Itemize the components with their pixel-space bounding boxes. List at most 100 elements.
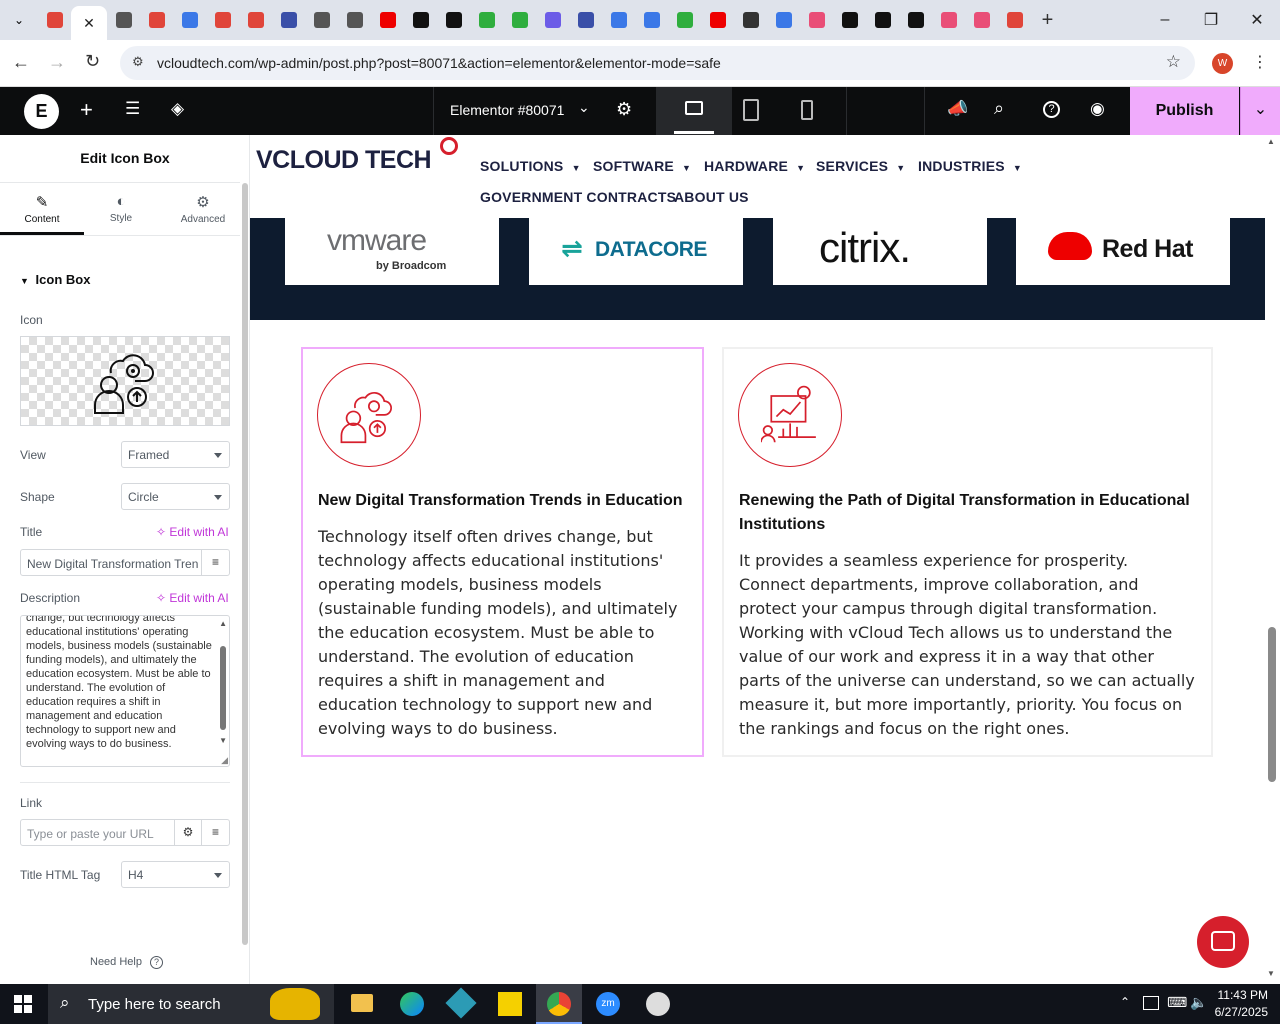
browser-tab[interactable] bbox=[602, 0, 635, 40]
menu-kebab-icon[interactable]: ⋮ bbox=[1252, 52, 1268, 72]
tablet-view-icon[interactable] bbox=[743, 99, 759, 121]
scroll-down-icon[interactable]: ▼ bbox=[1267, 969, 1275, 978]
icon-box-1[interactable]: New Digital Transformation Trends in Edu… bbox=[301, 347, 704, 757]
icon-box-description[interactable]: It provides a seamless experience for pr… bbox=[739, 549, 1199, 741]
file-explorer-icon[interactable] bbox=[351, 994, 373, 1012]
browser-tab[interactable] bbox=[404, 0, 437, 40]
search-icon[interactable]: ⌕ bbox=[994, 98, 1004, 119]
scroll-down-icon[interactable]: ▼ bbox=[219, 736, 227, 745]
browser-tab[interactable] bbox=[272, 0, 305, 40]
browser-tab[interactable] bbox=[206, 0, 239, 40]
site-logo[interactable]: VCLOUD TECH bbox=[256, 137, 466, 181]
page-settings-gear-icon[interactable]: ⚙ bbox=[616, 99, 632, 120]
site-info-icon[interactable]: ⚙ bbox=[132, 54, 144, 70]
tab-style[interactable]: ◐ Style bbox=[84, 183, 158, 235]
icon-box-title[interactable]: New Digital Transformation Trends in Edu… bbox=[318, 489, 693, 513]
preview-eye-icon[interactable]: ◉ bbox=[1090, 99, 1105, 119]
chat-widget-button[interactable] bbox=[1197, 916, 1249, 968]
browser-tab[interactable] bbox=[536, 0, 569, 40]
desktop-view-icon[interactable] bbox=[656, 87, 732, 135]
browser-tab[interactable] bbox=[899, 0, 932, 40]
url-bar[interactable]: ⚙ vcloudtech.com/wp-admin/post.php?post=… bbox=[120, 46, 1195, 80]
browser-tab[interactable] bbox=[437, 0, 470, 40]
reload-icon[interactable]: ↻ bbox=[85, 51, 100, 72]
resize-handle-icon[interactable]: ◢ bbox=[221, 755, 228, 766]
browser-tab[interactable] bbox=[470, 0, 503, 40]
browser-tab[interactable] bbox=[833, 0, 866, 40]
tray-chevron-up-icon[interactable]: ⌃ bbox=[1120, 995, 1130, 1009]
profile-avatar[interactable]: W bbox=[1212, 53, 1233, 74]
nav-solutions[interactable]: SOLUTIONS ▼ bbox=[480, 158, 581, 174]
description-textarea[interactable]: change, but technology affects education… bbox=[20, 615, 230, 767]
app-icon[interactable] bbox=[445, 987, 477, 1019]
nav-hardware[interactable]: HARDWARE ▼ bbox=[704, 158, 805, 174]
icon-box-description[interactable]: Technology itself often drives change, b… bbox=[318, 525, 688, 741]
icon-box-2[interactable]: Renewing the Path of Digital Transformat… bbox=[722, 347, 1213, 757]
shape-select[interactable]: Circle bbox=[121, 483, 230, 510]
browser-tab[interactable] bbox=[140, 0, 173, 40]
forward-icon[interactable]: → bbox=[48, 52, 66, 73]
browser-tab[interactable] bbox=[866, 0, 899, 40]
scroll-up-icon[interactable]: ▲ bbox=[1267, 137, 1275, 146]
browser-tab[interactable] bbox=[239, 0, 272, 40]
browser-tab[interactable] bbox=[305, 0, 338, 40]
section-header-icon-box[interactable]: ▼ Icon Box bbox=[20, 272, 90, 287]
browser-tab[interactable] bbox=[569, 0, 602, 40]
browser-tab[interactable] bbox=[635, 0, 668, 40]
close-tab-icon[interactable]: ✕ bbox=[83, 15, 95, 32]
nav-industries[interactable]: INDUSTRIES ▼ bbox=[918, 158, 1022, 174]
browser-tab[interactable] bbox=[767, 0, 800, 40]
browser-tab[interactable] bbox=[107, 0, 140, 40]
panel-scrollbar[interactable] bbox=[242, 183, 248, 945]
html-tag-select[interactable]: H4 bbox=[121, 861, 230, 888]
description-edit-with-ai-link[interactable]: ✧ Edit with AI bbox=[156, 591, 229, 605]
nav-about-us[interactable]: ABOUT US bbox=[674, 189, 749, 205]
need-help-link[interactable]: Need Help ? bbox=[90, 956, 164, 969]
zoom-icon[interactable]: zm bbox=[596, 992, 620, 1016]
browser-tab[interactable] bbox=[38, 0, 71, 40]
chevron-down-icon[interactable]: ⌄ bbox=[578, 99, 590, 116]
restore-button[interactable]: ❐ bbox=[1188, 0, 1234, 40]
canvas-scrollbar[interactable] bbox=[1268, 627, 1276, 782]
structure-layers-icon[interactable]: ◈ bbox=[171, 99, 184, 119]
tab-content[interactable]: ✎ Content bbox=[0, 183, 84, 235]
tab-advanced[interactable]: ⚙ Advanced bbox=[162, 183, 244, 235]
browser-tab[interactable] bbox=[668, 0, 701, 40]
dynamic-tags-icon[interactable]: ≡ bbox=[201, 549, 230, 576]
tray-app-icon[interactable] bbox=[1143, 996, 1159, 1010]
browser-tab[interactable] bbox=[338, 0, 371, 40]
mobile-view-icon[interactable] bbox=[801, 100, 813, 120]
nav-software[interactable]: SOFTWARE ▼ bbox=[593, 158, 691, 174]
edge-browser-icon[interactable] bbox=[400, 992, 424, 1016]
chrome-browser-active[interactable] bbox=[536, 984, 582, 1024]
minimize-button[interactable]: – bbox=[1142, 0, 1188, 40]
browser-tab[interactable] bbox=[998, 0, 1031, 40]
network-icon[interactable]: ⌨ bbox=[1167, 994, 1187, 1011]
title-edit-with-ai-link[interactable]: ✧ Edit with AI bbox=[156, 525, 229, 539]
document-title[interactable]: Elementor #80071 bbox=[450, 102, 564, 118]
browser-tab[interactable] bbox=[701, 0, 734, 40]
icon-box-title[interactable]: Renewing the Path of Digital Transformat… bbox=[739, 489, 1204, 537]
icon-picker[interactable] bbox=[20, 336, 230, 426]
browser-tab-active[interactable]: ✕ bbox=[71, 6, 107, 40]
nav-services[interactable]: SERVICES ▼ bbox=[816, 158, 905, 174]
title-input[interactable]: New Digital Transformation Tren bbox=[20, 549, 202, 576]
close-window-button[interactable]: ✕ bbox=[1234, 0, 1280, 40]
link-options-gear-icon[interactable]: ⚙ bbox=[174, 819, 202, 846]
browser-tab[interactable] bbox=[371, 0, 404, 40]
new-tab-button[interactable]: + bbox=[1031, 0, 1064, 40]
sticky-notes-icon[interactable] bbox=[498, 992, 522, 1016]
back-icon[interactable]: ← bbox=[12, 52, 30, 73]
start-windows-icon[interactable] bbox=[14, 995, 32, 1013]
help-icon[interactable]: ? bbox=[1043, 101, 1060, 118]
notifications-megaphone-icon[interactable]: 📣 bbox=[947, 99, 968, 119]
browser-tab[interactable] bbox=[932, 0, 965, 40]
textarea-scrollbar[interactable] bbox=[220, 646, 226, 730]
dynamic-tags-icon[interactable]: ≡ bbox=[201, 819, 230, 846]
browser-tab[interactable] bbox=[734, 0, 767, 40]
taskbar-date[interactable]: 6/27/2025 bbox=[1208, 1005, 1268, 1019]
add-element-icon[interactable]: + bbox=[80, 97, 93, 123]
scroll-up-icon[interactable]: ▲ bbox=[219, 619, 227, 628]
tab-list-button[interactable]: ⌄ bbox=[0, 0, 38, 40]
browser-tab[interactable] bbox=[965, 0, 998, 40]
